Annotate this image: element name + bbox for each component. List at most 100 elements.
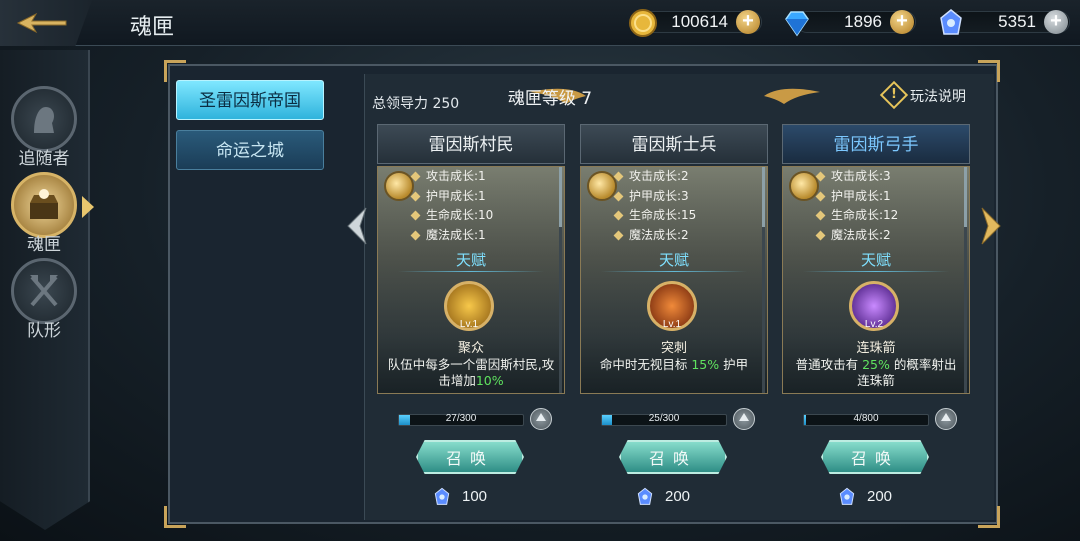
soul-crystal-icon <box>434 487 450 505</box>
progress-text: 4/800 <box>853 413 879 424</box>
soul-box-icon <box>30 189 58 219</box>
gold-coin-icon <box>629 9 657 37</box>
unit-name: 雷因斯士兵 <box>580 124 768 164</box>
summon-cost: 200 <box>635 486 690 508</box>
exclamation-icon: ! <box>879 80 909 110</box>
previous-page-arrow-icon[interactable] <box>346 206 368 246</box>
stat-attack-growth: 攻击成长:1 <box>410 167 493 187</box>
talent-label: 天赋 <box>658 251 689 269</box>
unit-card-body: 攻击成长:1 护甲成长:1 生命成长:10 魔法成长:1 天赋 Lv.1 聚众 … <box>377 166 565 394</box>
progress-text: 27/300 <box>445 413 477 424</box>
unit-card-archer[interactable]: 雷因斯弓手 攻击成长:3 护甲成长:1 生命成长:12 魔法成长:2 天赋 Lv… <box>782 124 970 394</box>
back-arrow-icon <box>16 12 67 34</box>
sidebar-item-label: 队形 <box>27 321 61 341</box>
soul-crystal-value: 5351 <box>998 12 1036 31</box>
stat-attack-growth: 攻击成长:2 <box>613 167 696 187</box>
tab-city-of-fate[interactable]: 命运之城 <box>176 130 324 170</box>
upgrade-arrow-button[interactable] <box>733 408 755 430</box>
unit-card-soldier[interactable]: 雷因斯士兵 攻击成长:2 护甲成长:3 生命成长:15 魔法成长:2 天赋 Lv… <box>580 124 768 394</box>
blue-diamond-icon <box>785 11 809 37</box>
right-wing-ornament-icon <box>764 88 820 104</box>
skill-chain-arrow-icon[interactable]: Lv.2 <box>849 281 899 331</box>
talent-divider <box>398 271 544 272</box>
skill-thrust-icon[interactable]: Lv.1 <box>647 281 697 331</box>
unit-name: 雷因斯村民 <box>377 124 565 164</box>
skill-name: 突刺 <box>660 341 687 356</box>
unit-card-body: 攻击成长:2 护甲成长:3 生命成长:15 魔法成长:2 天赋 Lv.1 突刺 … <box>580 166 768 394</box>
stat-magic-growth: 魔法成长:2 <box>613 226 696 246</box>
skill-gather-icon[interactable]: Lv.1 <box>444 281 494 331</box>
add-diamond-button[interactable]: + <box>890 10 914 34</box>
sidebar-item-label: 魂匣 <box>27 235 61 255</box>
summon-cost-value: 200 <box>867 487 893 505</box>
summon-button[interactable]: 召唤 <box>416 440 524 474</box>
sidebar-item-label: 追随者 <box>18 149 70 169</box>
summon-cost: 100 <box>432 486 487 508</box>
diamond-counter: 1896 + <box>782 8 918 37</box>
stat-life-growth: 生命成长:10 <box>410 206 493 226</box>
formation-axes-icon <box>30 275 58 307</box>
skill-name: 连珠箭 <box>856 341 896 356</box>
unit-card-villager[interactable]: 雷因斯村民 攻击成长:1 护甲成长:1 生命成长:10 魔法成长:1 天赋 Lv… <box>377 124 565 394</box>
upgrade-arrow-button[interactable] <box>530 408 552 430</box>
growth-stats: 攻击成长:1 护甲成长:1 生命成长:10 魔法成长:1 <box>410 167 493 245</box>
upgrade-arrow-button[interactable] <box>935 408 957 430</box>
gold-counter: 100614 + <box>628 8 764 37</box>
frame-corner-ornament <box>164 506 186 528</box>
skill-level: Lv.2 <box>864 319 884 330</box>
stat-life-growth: 生命成长:15 <box>613 206 696 226</box>
soul-crystal-counter: 5351 + <box>936 8 1072 36</box>
unit-card-body: 攻击成长:3 护甲成长:1 生命成长:12 魔法成长:2 天赋 Lv.2 连珠箭… <box>782 166 970 394</box>
summon-button[interactable]: 召唤 <box>821 440 929 474</box>
summon-cost: 200 <box>837 486 892 508</box>
top-bar: 魂匣 100614 + 1896 + 5351 + <box>0 0 1080 46</box>
shard-progress-bar: 4/800 <box>803 413 929 426</box>
add-soul-crystal-button[interactable]: + <box>1044 10 1068 34</box>
sidebar-item-soul-box[interactable]: 魂匣 <box>8 172 80 255</box>
talent-divider <box>601 271 747 272</box>
diamond-value: 1896 <box>844 12 882 31</box>
soul-crystal-icon <box>637 487 653 505</box>
stat-armor-growth: 护甲成长:1 <box>815 187 898 207</box>
back-button[interactable] <box>0 0 92 46</box>
shard-progress-bar: 27/300 <box>398 413 524 426</box>
soul-crystal-icon <box>839 487 855 505</box>
formation-ring <box>11 258 77 324</box>
help-button[interactable]: ! 玩法说明 <box>879 80 966 110</box>
stat-magic-growth: 魔法成长:1 <box>410 226 493 246</box>
talent-label: 天赋 <box>455 251 486 269</box>
shard-progress-bar: 25/300 <box>601 413 727 426</box>
soul-box-ring <box>11 172 77 238</box>
skill-name: 聚众 <box>457 341 484 356</box>
sidebar-item-formation[interactable]: 队形 <box>8 258 80 341</box>
next-page-arrow-icon[interactable] <box>980 206 1002 246</box>
card-scrollbar[interactable] <box>762 167 765 393</box>
add-gold-button[interactable]: + <box>736 10 760 34</box>
card-scrollbar[interactable] <box>559 167 562 393</box>
gold-value: 100614 <box>671 12 728 31</box>
sidebar-active-arrow-icon <box>82 196 94 218</box>
stat-armor-growth: 护甲成长:1 <box>410 187 493 207</box>
skill-description: 普通攻击有 25% 的概率射出连珠箭 <box>795 357 957 388</box>
page-title: 魂匣 <box>130 15 175 40</box>
frame-corner-ornament <box>164 60 186 82</box>
summon-cost-value: 100 <box>462 487 488 505</box>
soul-crystal-icon <box>940 9 962 35</box>
talent-divider <box>803 271 949 272</box>
growth-stats: 攻击成长:2 护甲成长:3 生命成长:15 魔法成长:2 <box>613 167 696 245</box>
growth-stats: 攻击成长:3 护甲成长:1 生命成长:12 魔法成长:2 <box>815 167 898 245</box>
skill-description: 队伍中每多一个雷因斯村民,攻击增加10% <box>387 357 555 388</box>
progress-text: 25/300 <box>648 413 680 424</box>
talent-label: 天赋 <box>860 251 891 269</box>
stat-armor-growth: 护甲成长:3 <box>613 187 696 207</box>
unit-name: 雷因斯弓手 <box>782 124 970 164</box>
summon-cost-value: 200 <box>665 487 691 505</box>
skill-level: Lv.1 <box>459 319 479 330</box>
skill-description: 命中时无视目标 15% 护甲 <box>599 357 749 372</box>
stat-magic-growth: 魔法成长:2 <box>815 226 898 246</box>
card-scrollbar[interactable] <box>964 167 967 393</box>
summon-button[interactable]: 召唤 <box>619 440 727 474</box>
stat-attack-growth: 攻击成长:3 <box>815 167 898 187</box>
skill-level: Lv.1 <box>662 319 682 330</box>
help-label: 玩法说明 <box>910 89 966 105</box>
